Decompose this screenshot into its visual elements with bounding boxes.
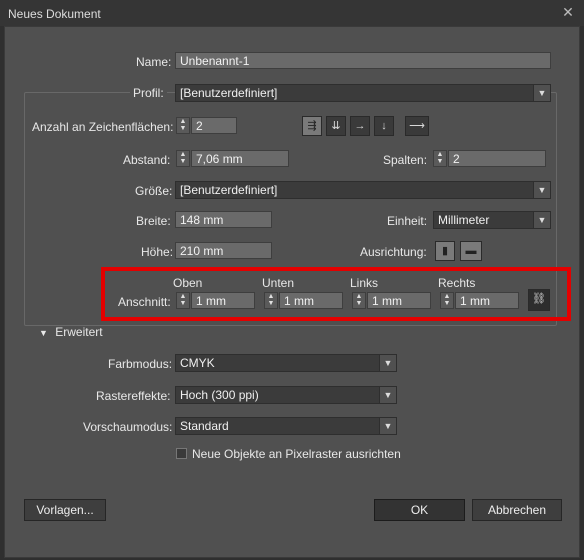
title-bar: Neues Dokument ✕ [0, 0, 584, 26]
ok-button[interactable]: OK [374, 499, 465, 521]
color-mode-select[interactable]: CMYK ▼ [175, 354, 397, 372]
height-input[interactable]: 210 mm [175, 242, 272, 259]
chevron-down-icon: ▼ [533, 212, 550, 228]
raster-effects-select[interactable]: Hoch (300 ppi) ▼ [175, 386, 397, 404]
triangle-down-icon: ▼ [39, 328, 48, 338]
profile-select[interactable]: [Benutzerdefiniert] ▼ [175, 84, 551, 102]
chevron-down-icon: ▼ [379, 387, 396, 403]
raster-effects-value: Hoch (300 ppi) [180, 388, 259, 402]
profile-label: Profil: [130, 86, 167, 100]
close-icon[interactable]: ✕ [558, 2, 578, 22]
raster-effects-label: Rastereffekte: [96, 389, 171, 403]
portrait-icon[interactable]: ▮ [435, 241, 455, 261]
chevron-down-icon: ▼ [379, 418, 396, 434]
advanced-toggle[interactable]: ▼ Erweitert [39, 325, 103, 339]
size-select[interactable]: [Benutzerdefiniert] ▼ [175, 181, 551, 199]
size-label: Größe: [135, 184, 173, 198]
width-input[interactable]: 148 mm [175, 211, 272, 228]
orientation-label: Ausrichtung: [360, 245, 427, 259]
dialog-body: Name: Unbenannt-1 Profil: [Benutzerdefin… [4, 26, 580, 558]
units-value: Millimeter [438, 213, 490, 227]
columns-label: Spalten: [383, 153, 428, 167]
color-mode-label: Farbmodus: [108, 357, 173, 371]
arrange-by-row-icon[interactable]: → [350, 116, 370, 136]
landscape-icon[interactable]: ▬ [460, 241, 482, 261]
grid-by-row-icon[interactable]: ⇶ [302, 116, 322, 136]
artboards-input[interactable]: 2 [191, 117, 237, 134]
advanced-label: Erweitert [55, 325, 103, 339]
templates-button[interactable]: Vorlagen... [24, 499, 106, 521]
spacing-input[interactable]: 7,06 mm [191, 150, 289, 167]
name-label: Name: [136, 55, 172, 69]
window-title: Neues Dokument [8, 7, 101, 21]
pixel-grid-label: Neue Objekte an Pixelraster ausrichten [192, 447, 401, 461]
size-value: [Benutzerdefiniert] [180, 183, 278, 197]
grid-by-column-icon[interactable]: ⇊ [326, 116, 346, 136]
chevron-down-icon: ▼ [533, 182, 550, 198]
chevron-down-icon: ▼ [533, 85, 550, 101]
preview-mode-select[interactable]: Standard ▼ [175, 417, 397, 435]
preview-mode-value: Standard [180, 419, 229, 433]
spacing-stepper[interactable]: ▲ ▼ [176, 150, 190, 167]
bleed-highlight [101, 267, 571, 321]
arrange-by-column-icon[interactable]: ↓ [374, 116, 394, 136]
columns-stepper[interactable]: ▲ ▼ [433, 150, 447, 167]
color-mode-value: CMYK [180, 356, 215, 370]
name-input[interactable]: Unbenannt-1 [175, 52, 551, 69]
artboards-label: Anzahl an Zeichenflächen: [32, 120, 174, 134]
spacing-label: Abstand: [123, 153, 171, 167]
units-label: Einheit: [387, 214, 428, 228]
columns-input[interactable]: 2 [448, 150, 546, 167]
chevron-down-icon: ▼ [379, 355, 396, 371]
pixel-grid-checkbox[interactable] [176, 448, 187, 459]
profile-value: [Benutzerdefiniert] [180, 86, 278, 100]
height-label: Höhe: [141, 245, 174, 259]
cancel-button[interactable]: Abbrechen [472, 499, 562, 521]
preview-mode-label: Vorschaumodus: [83, 420, 173, 434]
artboards-stepper[interactable]: ▲ ▼ [176, 117, 190, 134]
width-label: Breite: [136, 214, 171, 228]
units-select[interactable]: Millimeter ▼ [433, 211, 551, 229]
right-to-left-icon[interactable]: ⟶ [405, 116, 429, 136]
